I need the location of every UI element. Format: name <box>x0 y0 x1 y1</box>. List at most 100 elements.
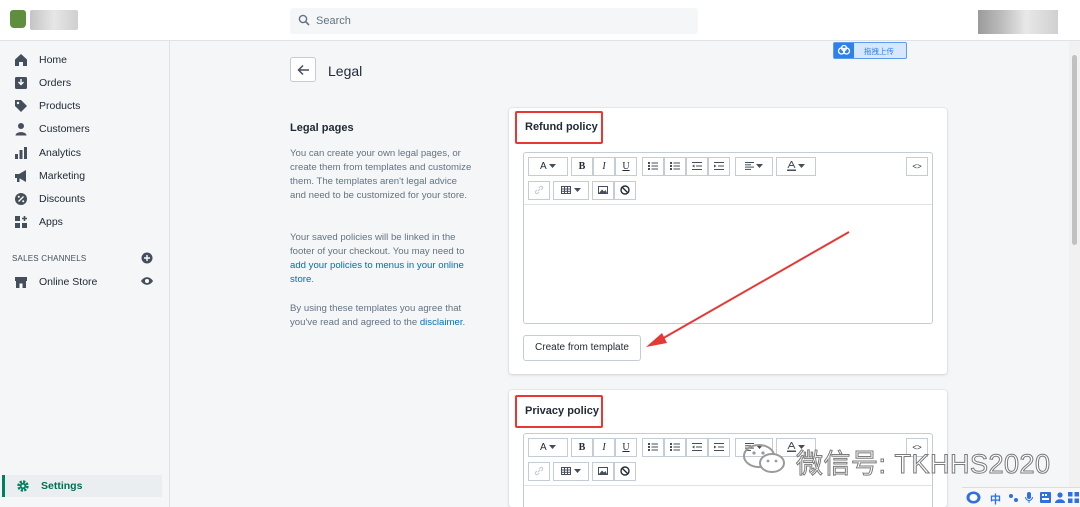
sidebar-item-label: Discounts <box>39 193 86 205</box>
editor-toolbar-row-2 <box>528 181 648 200</box>
numbered-list-button[interactable] <box>664 157 686 176</box>
megaphone-icon <box>15 170 26 182</box>
description-text-part: . <box>462 317 466 328</box>
microphone-icon[interactable] <box>1025 492 1033 504</box>
add-sales-channel-icon[interactable] <box>141 252 153 264</box>
search-icon <box>298 14 310 26</box>
numbered-list-icon <box>670 443 680 452</box>
ime-logo-icon[interactable] <box>966 491 981 504</box>
link-button[interactable] <box>528 181 550 200</box>
watermark-text: 微信号: TKHHS2020 <box>796 449 1051 480</box>
html-toggle-button[interactable]: <> <box>906 157 928 176</box>
block-icon <box>620 185 630 196</box>
cloud-upload-icon <box>834 43 854 58</box>
card-title: Refund policy <box>525 121 598 133</box>
sidebar-item-label: Products <box>39 100 81 112</box>
search-bar[interactable] <box>290 8 698 34</box>
ime-punctuation-icon[interactable] <box>1008 493 1019 503</box>
italic-button[interactable]: I <box>593 157 615 176</box>
text-color-dropdown[interactable] <box>776 157 816 176</box>
caret-down-icon <box>798 164 806 169</box>
bold-button[interactable]: B <box>571 157 593 176</box>
scrollbar[interactable] <box>1069 41 1080 507</box>
bullet-list-button[interactable] <box>642 157 664 176</box>
keyboard-icon[interactable] <box>1040 492 1051 503</box>
numbered-list-button[interactable] <box>664 438 686 457</box>
grid-menu-icon[interactable] <box>1068 492 1079 503</box>
ime-toolbar[interactable]: 中 <box>962 487 1080 507</box>
gear-icon <box>17 480 29 492</box>
disclaimer-link[interactable]: disclaimer <box>420 317 463 328</box>
sidebar-item-label: Apps <box>39 216 63 228</box>
font-style-dropdown[interactable]: A <box>528 157 568 176</box>
italic-button[interactable]: I <box>593 438 615 457</box>
rich-text-editor[interactable]: A B I U <> <box>523 152 933 324</box>
page-title: Legal <box>328 63 363 79</box>
search-input[interactable] <box>316 8 686 34</box>
sidebar-item-label: Analytics <box>39 147 82 159</box>
outdent-button[interactable] <box>686 438 708 457</box>
align-dropdown[interactable] <box>735 157 773 176</box>
editor-content-area[interactable] <box>524 204 932 324</box>
sidebar-item-orders[interactable]: Orders <box>0 72 168 94</box>
sidebar: Home Orders Products Customers Analytics… <box>0 41 170 507</box>
add-policies-to-menus-link[interactable]: add your policies to menus in your onlin… <box>290 260 464 285</box>
eye-icon[interactable] <box>140 276 154 286</box>
table-icon <box>561 467 572 476</box>
store-name-blurred[interactable] <box>30 10 78 30</box>
sidebar-item-analytics[interactable]: Analytics <box>0 142 168 164</box>
sidebar-item-apps[interactable]: Apps <box>0 211 168 233</box>
font-style-dropdown[interactable]: A <box>528 438 568 457</box>
indent-button[interactable] <box>708 438 730 457</box>
caret-down-icon <box>573 469 581 474</box>
table-icon <box>561 186 572 195</box>
create-from-template-button[interactable]: Create from template <box>523 335 641 361</box>
indent-button[interactable] <box>708 157 730 176</box>
image-button[interactable] <box>592 181 614 200</box>
discount-icon <box>15 193 27 205</box>
image-icon <box>598 467 608 476</box>
underline-button[interactable]: U <box>615 438 637 457</box>
indent-icon <box>714 443 724 452</box>
underline-button[interactable]: U <box>615 157 637 176</box>
bullet-list-button[interactable] <box>642 438 664 457</box>
description-text: You can create your own legal pages, or … <box>290 148 472 201</box>
ime-language-toggle[interactable]: 中 <box>990 491 1001 507</box>
wechat-watermark: 微信号: TKHHS2020 <box>740 440 1051 480</box>
user-icon[interactable] <box>1055 492 1065 503</box>
account-avatar-blurred[interactable] <box>978 10 1058 34</box>
annotation-highlight-box: Refund policy <box>515 111 603 144</box>
table-dropdown[interactable] <box>553 181 589 200</box>
clear-formatting-button[interactable] <box>614 462 636 481</box>
editor-content-area[interactable] <box>524 485 932 507</box>
sidebar-item-discounts[interactable]: Discounts <box>0 188 168 210</box>
outdent-icon <box>692 162 702 171</box>
outdent-button[interactable] <box>686 157 708 176</box>
caret-down-icon <box>573 188 581 193</box>
upload-badge-label: 拖拽上传 <box>864 47 894 56</box>
align-left-icon <box>744 162 754 171</box>
tag-icon <box>15 100 27 112</box>
card-title: Privacy policy <box>525 405 599 417</box>
scrollbar-thumb[interactable] <box>1072 55 1077 245</box>
sidebar-item-label: Online Store <box>39 276 98 288</box>
link-button[interactable] <box>528 462 550 481</box>
sidebar-item-home[interactable]: Home <box>0 49 168 71</box>
sidebar-item-products[interactable]: Products <box>0 95 168 117</box>
back-button[interactable] <box>290 57 316 82</box>
caret-down-icon <box>548 164 556 169</box>
clear-formatting-button[interactable] <box>614 181 636 200</box>
image-button[interactable] <box>592 462 614 481</box>
bold-button[interactable]: B <box>571 438 593 457</box>
shopify-logo-icon[interactable] <box>10 10 26 28</box>
upload-badge[interactable]: 拖拽上传 <box>833 42 907 59</box>
sidebar-item-marketing[interactable]: Marketing <box>0 165 168 187</box>
table-dropdown[interactable] <box>553 462 589 481</box>
link-icon <box>534 186 544 195</box>
apps-icon <box>15 216 27 228</box>
description-text-part: . <box>311 274 315 285</box>
sidebar-item-customers[interactable]: Customers <box>0 118 168 140</box>
sidebar-item-settings[interactable]: Settings <box>2 475 162 497</box>
caret-down-icon <box>756 164 764 169</box>
description-text: Your saved policies will be linked in th… <box>290 231 472 287</box>
